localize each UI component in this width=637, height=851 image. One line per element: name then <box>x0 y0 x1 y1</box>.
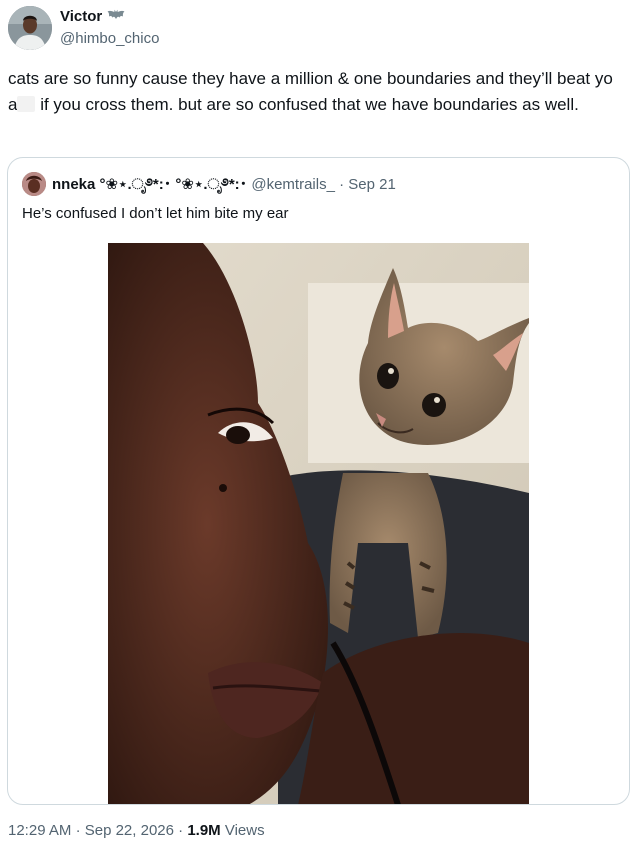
author-avatar[interactable] <box>8 6 52 50</box>
quote-date[interactable]: Sep 21 <box>348 176 396 193</box>
quote-text: He’s confused I don’t let him bite my ea… <box>22 205 289 222</box>
redacted-word-box <box>17 96 36 112</box>
tweet-time[interactable]: 12:29 AM <box>8 822 71 839</box>
quote-photo-woman-and-kitten[interactable] <box>108 243 529 804</box>
quote-author-name[interactable]: nneka °❀⋆.ೃ࿔*:･ °❀⋆.ೃ࿔*:･ <box>52 176 247 193</box>
author-name[interactable]: Victor <box>60 8 125 25</box>
views-count: 1.9M <box>187 822 221 839</box>
tweet-date[interactable]: Sep 22, 2026 <box>85 822 174 839</box>
quoted-tweet-card[interactable]: nneka °❀⋆.ೃ࿔*:･ °❀⋆.ೃ࿔*:･ @kemtrails_ · … <box>7 157 630 805</box>
bat-emoji-icon <box>107 8 125 25</box>
meta-separator-1: · <box>75 822 81 839</box>
quote-header: nneka °❀⋆.ೃ࿔*:･ °❀⋆.ೃ࿔*:･ @kemtrails_ · … <box>52 176 396 194</box>
author-handle[interactable]: @himbo_chico <box>60 30 159 47</box>
meta-separator-2: · <box>178 822 184 839</box>
tweet-text-part2: if you cross them. but are so confused t… <box>35 95 579 114</box>
author-name-text: Victor <box>60 8 103 25</box>
tweet-text: cats are so funny cause they have a mill… <box>8 66 626 118</box>
quote-separator: · <box>339 176 345 193</box>
views-label: Views <box>224 822 265 839</box>
quote-author-handle[interactable]: @kemtrails_ <box>251 176 335 193</box>
quote-author-avatar[interactable] <box>22 172 46 196</box>
tweet-meta: 12:29 AM · Sep 22, 2026 · 1.9M Views <box>8 822 265 839</box>
